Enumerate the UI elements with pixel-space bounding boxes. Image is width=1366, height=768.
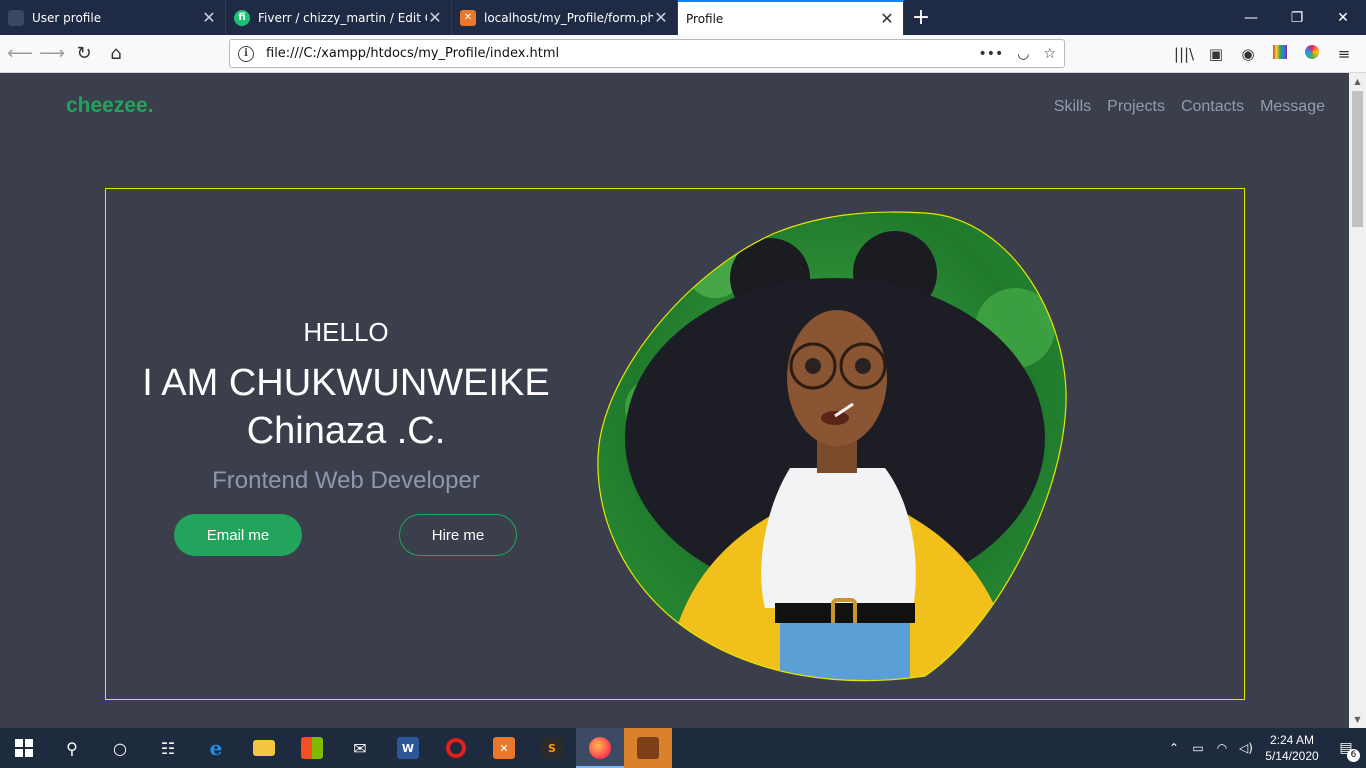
fiverr-icon: fi — [234, 9, 250, 26]
minimize-icon[interactable]: — — [1228, 0, 1274, 35]
hire-me-button[interactable]: Hire me — [399, 514, 517, 556]
tab-label: User profile — [32, 10, 102, 25]
forward-arrow-icon[interactable]: ⟶ — [36, 38, 68, 70]
scroll-thumb[interactable] — [1352, 91, 1363, 227]
site-nav: Skills Projects Contacts Message — [1054, 98, 1325, 116]
tab-strip: User profile ✕ fi Fiverr / chizzy_martin… — [0, 0, 1366, 35]
hero-name-line1: I AM CHUKWUNWEIKE — [142, 362, 550, 404]
clock-date: 5/14/2020 — [1265, 749, 1319, 763]
tab-label: localhost/my_Profile/form.php — [484, 10, 653, 25]
mail-icon[interactable]: ✉ — [336, 728, 384, 768]
hero-section: HELLO I AM CHUKWUNWEIKE Chinaza .C. Fron… — [105, 188, 1245, 700]
pocket-icon[interactable]: ◡ — [1017, 46, 1029, 62]
close-tab-icon[interactable]: ✕ — [879, 9, 895, 28]
opera-icon[interactable] — [432, 728, 480, 768]
close-window-icon[interactable]: ✕ — [1320, 0, 1366, 35]
email-me-button[interactable]: Email me — [174, 514, 302, 556]
scroll-up-icon[interactable]: ▲ — [1349, 73, 1366, 90]
bookmark-star-icon[interactable]: ☆ — [1043, 46, 1056, 62]
store-icon[interactable] — [288, 728, 336, 768]
hero-greeting: HELLO — [303, 317, 389, 347]
toolbar-right-icons: |||\ ▣ ◉ ≡ — [1168, 39, 1360, 68]
xampp-icon: ✕ — [460, 9, 476, 26]
battery-icon[interactable]: ▭ — [1186, 741, 1210, 755]
reload-icon[interactable]: ↻ — [68, 38, 100, 70]
sublime-icon[interactable]: S — [528, 728, 576, 768]
start-windows-icon[interactable] — [0, 728, 48, 768]
extension-colorful-icon[interactable] — [1264, 44, 1296, 63]
xampp-taskbar-icon[interactable]: ✕ — [480, 728, 528, 768]
firefox-icon[interactable] — [576, 728, 624, 768]
tab-label: Fiverr / chizzy_martin / Edit Gig — [258, 10, 427, 25]
close-tab-icon[interactable]: ✕ — [201, 8, 217, 27]
restore-icon[interactable]: ❐ — [1274, 0, 1320, 35]
info-icon[interactable]: i — [238, 45, 254, 62]
close-tab-icon[interactable]: ✕ — [427, 8, 443, 27]
cortana-icon[interactable]: ○ — [96, 728, 144, 768]
sidebar-icon[interactable]: ▣ — [1200, 45, 1232, 63]
system-tray: ⌃ ▭ ◠ ◁) 2:24 AM 5/14/2020 ▤ 6 — [1162, 728, 1366, 768]
tab-profile[interactable]: Profile ✕ — [678, 0, 904, 35]
edge-icon[interactable]: e — [192, 728, 240, 768]
tab-label: Profile — [686, 11, 724, 26]
menu-icon[interactable]: ≡ — [1328, 45, 1360, 63]
tab-user-profile[interactable]: User profile ✕ — [0, 0, 226, 35]
profile-illustration — [597, 211, 1067, 682]
nav-projects[interactable]: Projects — [1107, 98, 1165, 116]
tab-fiverr[interactable]: fi Fiverr / chizzy_martin / Edit Gig ✕ — [226, 0, 452, 35]
nav-message[interactable]: Message — [1260, 98, 1325, 116]
home-icon[interactable]: ⌂ — [100, 38, 132, 70]
hero-name-line2: Chinaza .C. — [246, 410, 446, 452]
page-viewport: cheezee. Skills Projects Contacts Messag… — [0, 73, 1349, 728]
file-explorer-icon[interactable] — [240, 728, 288, 768]
extension-palette-icon[interactable] — [1296, 44, 1328, 63]
page-scrollbar[interactable]: ▲ ▼ — [1349, 73, 1366, 728]
nav-contacts[interactable]: Contacts — [1181, 98, 1244, 116]
tab-localhost-form[interactable]: ✕ localhost/my_Profile/form.php ✕ — [452, 0, 678, 35]
more-actions-icon[interactable]: ••• — [978, 46, 1003, 62]
hero-role: Frontend Web Developer — [212, 467, 480, 494]
windows-taskbar: ⚲ ○ ☷ e ✉ W ✕ S ⌃ ▭ ◠ ◁) 2:24 AM 5/14/20… — [0, 728, 1366, 768]
winrar-icon[interactable] — [624, 728, 672, 768]
site-logo[interactable]: cheezee. — [66, 94, 154, 118]
notification-count: 6 — [1347, 749, 1360, 762]
library-icon[interactable]: |||\ — [1168, 45, 1200, 63]
new-tab-button[interactable]: + — [904, 0, 938, 35]
account-icon[interactable]: ◉ — [1232, 45, 1264, 63]
clock[interactable]: 2:24 AM 5/14/2020 — [1258, 732, 1326, 764]
volume-icon[interactable]: ◁) — [1234, 741, 1258, 755]
search-icon[interactable]: ⚲ — [48, 728, 96, 768]
task-view-icon[interactable]: ☷ — [144, 728, 192, 768]
wifi-icon[interactable]: ◠ — [1210, 741, 1234, 755]
back-arrow-icon[interactable]: ⟵ — [4, 38, 36, 70]
url-text[interactable]: file:///C:/xampp/htdocs/my_Profile/index… — [266, 46, 964, 61]
notifications-icon[interactable]: ▤ 6 — [1326, 740, 1366, 762]
close-tab-icon[interactable]: ✕ — [653, 8, 669, 27]
address-bar[interactable]: i file:///C:/xampp/htdocs/my_Profile/ind… — [229, 39, 1065, 68]
page-icon — [8, 9, 24, 26]
clock-time: 2:24 AM — [1269, 733, 1315, 747]
scroll-down-icon[interactable]: ▼ — [1349, 711, 1366, 728]
word-icon[interactable]: W — [384, 728, 432, 768]
browser-toolbar: ⟵ ⟶ ↻ ⌂ i file:///C:/xampp/htdocs/my_Pro… — [0, 35, 1366, 73]
chevron-up-icon[interactable]: ⌃ — [1162, 741, 1186, 755]
nav-skills[interactable]: Skills — [1054, 98, 1091, 116]
window-controls: — ❐ ✕ — [1228, 0, 1366, 35]
